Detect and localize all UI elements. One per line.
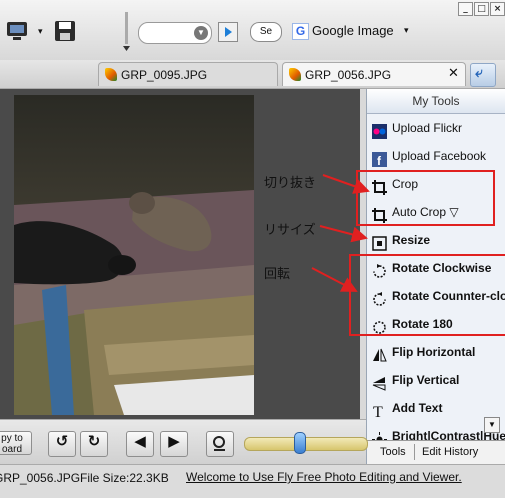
annotation-arrows	[311, 174, 370, 292]
